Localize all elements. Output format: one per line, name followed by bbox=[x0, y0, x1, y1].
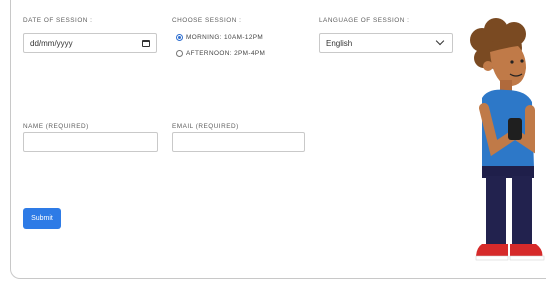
date-of-session-input[interactable]: dd/mm/yyyy bbox=[23, 33, 157, 53]
email-label: EMAIL (REQUIRED) bbox=[172, 123, 239, 130]
left-sole bbox=[475, 255, 509, 261]
date-of-session-label: DATE OF SESSION : bbox=[23, 17, 93, 24]
email-input[interactable] bbox=[172, 132, 305, 152]
chevron-down-icon bbox=[435, 36, 445, 46]
radio-afternoon[interactable] bbox=[176, 50, 183, 57]
session-option-morning[interactable]: MORNING: 10AM-12PM bbox=[176, 34, 263, 41]
session-option-afternoon[interactable]: AFTERNOON: 2PM-4PM bbox=[176, 50, 265, 57]
right-leg bbox=[512, 176, 532, 246]
person-with-phone-illustration bbox=[470, 18, 545, 261]
name-label: NAME (REQUIRED) bbox=[23, 123, 89, 130]
radio-morning[interactable] bbox=[176, 34, 183, 41]
phone bbox=[508, 118, 522, 140]
right-sole bbox=[509, 255, 545, 261]
calendar-icon[interactable] bbox=[142, 39, 150, 47]
session-option-afternoon-label: AFTERNOON: 2PM-4PM bbox=[186, 50, 266, 57]
submit-button[interactable]: Submit bbox=[23, 208, 61, 229]
language-of-session-label: LANGUAGE OF SESSION : bbox=[319, 17, 410, 24]
eye bbox=[520, 59, 524, 63]
eye bbox=[510, 60, 514, 64]
session-option-morning-label: MORNING: 10AM-12PM bbox=[186, 34, 264, 41]
name-input[interactable] bbox=[23, 132, 158, 152]
left-leg bbox=[486, 176, 506, 246]
ear bbox=[483, 61, 493, 71]
choose-session-label: CHOOSE SESSION : bbox=[172, 17, 242, 24]
language-select[interactable]: English bbox=[319, 33, 453, 53]
language-selected-value: English bbox=[326, 38, 353, 48]
date-placeholder: dd/mm/yyyy bbox=[30, 38, 73, 48]
